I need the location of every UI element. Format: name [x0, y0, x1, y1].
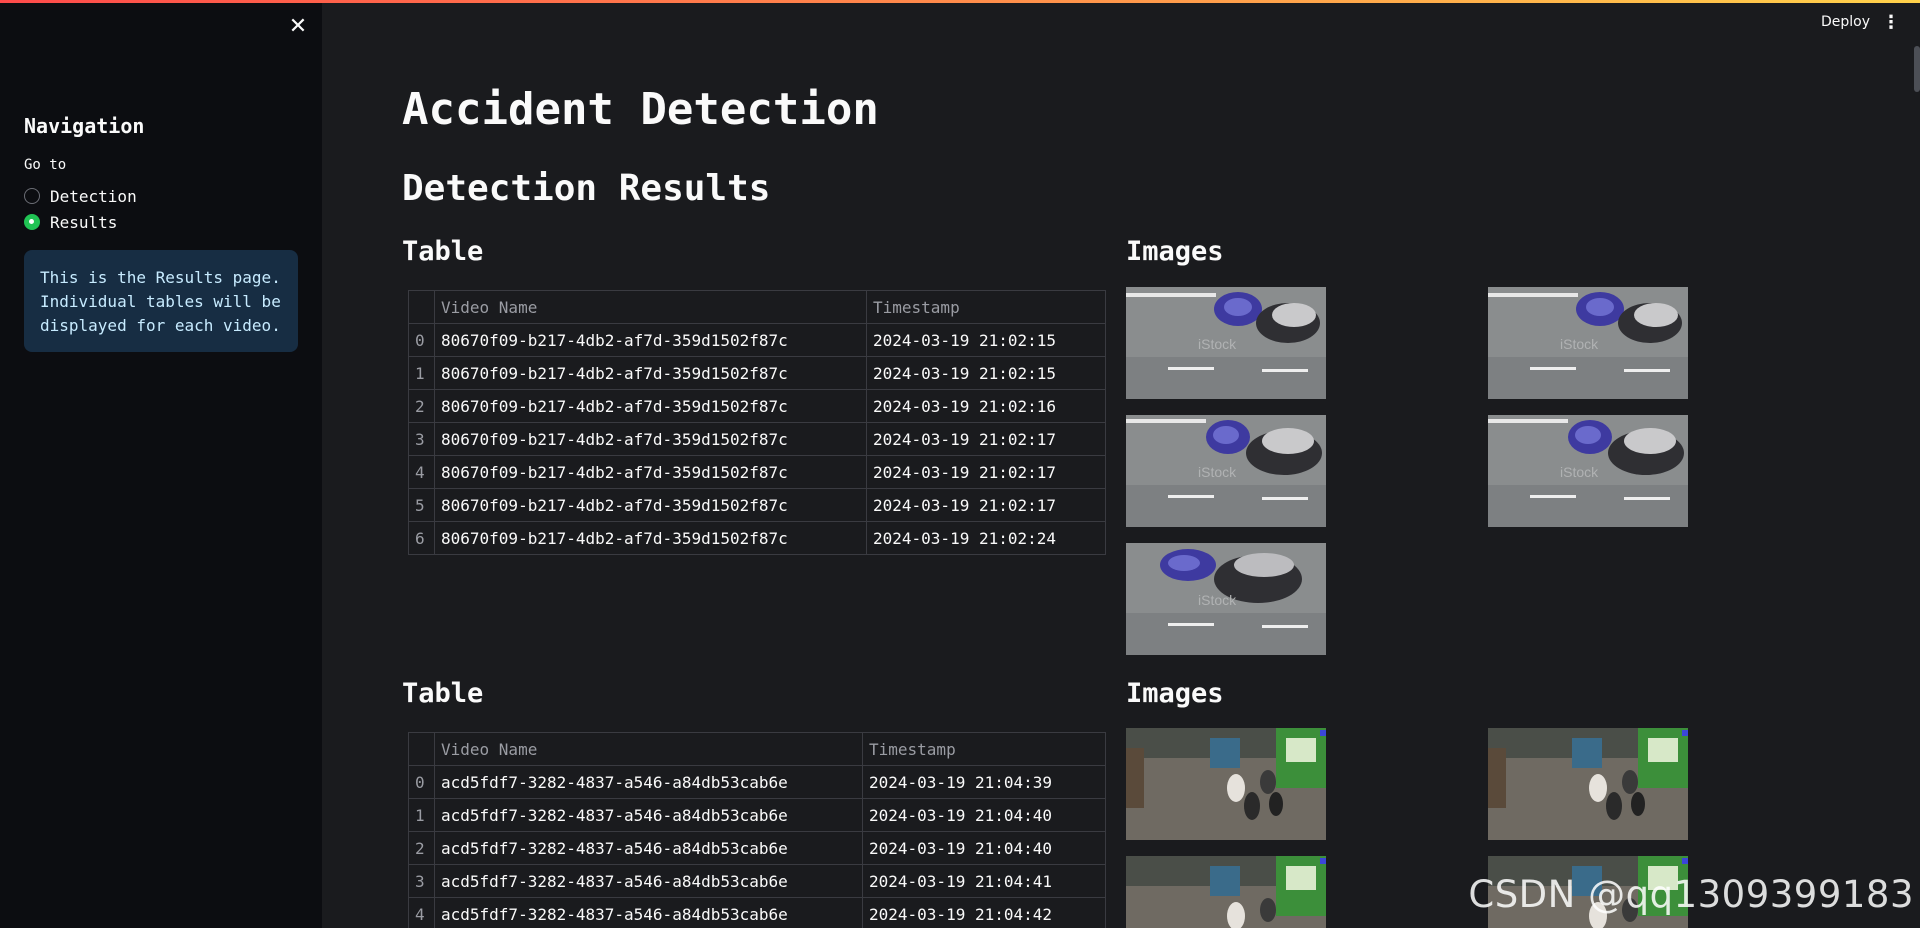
row-index: 0: [408, 323, 435, 357]
video-name-cell: acd5fdf7-3282-4837-a546-a84db53cab6e: [434, 798, 863, 832]
video-name-cell: 80670f09-b217-4db2-af7d-359d1502f87c: [434, 356, 867, 390]
info-alert: This is the Results page. Individual tab…: [24, 250, 298, 352]
accident-frame-image: iStock: [1126, 415, 1326, 527]
row-index: 4: [408, 897, 435, 928]
navigation-radio-group: Detection Results: [24, 183, 137, 235]
table-row[interactable]: 1 80670f09-b217-4db2-af7d-359d1502f87c 202…: [408, 356, 1106, 390]
row-index: 1: [408, 356, 435, 390]
row-index: 3: [408, 864, 435, 898]
video-name-cell: acd5fdf7-3282-4837-a546-a84db53cab6e: [434, 831, 863, 865]
radio-option-results[interactable]: Results: [24, 209, 137, 235]
video-name-column-header[interactable]: Video Name: [434, 732, 863, 766]
table-row[interactable]: 4 acd5fdf7-3282-4837-a546-a84db53cab6e 202…: [408, 897, 1106, 928]
timestamp-cell: 2024-03-19 21:02:17: [866, 488, 1106, 522]
timestamp-cell: 2024-03-19 21:02:15: [866, 356, 1106, 390]
accident-frame-image: [1126, 856, 1326, 928]
timestamp-cell: 2024-03-19 21:04:41: [862, 864, 1106, 898]
deploy-button[interactable]: Deploy: [1821, 14, 1870, 30]
accident-frame-image: iStock: [1126, 287, 1326, 399]
table-row[interactable]: 1 acd5fdf7-3282-4837-a546-a84db53cab6e 202…: [408, 798, 1106, 832]
table-row[interactable]: 0 acd5fdf7-3282-4837-a546-a84db53cab6e 202…: [408, 765, 1106, 799]
results-table[interactable]: Video Name Timestamp 0 80670f09-b217-4db2…: [408, 290, 1106, 555]
svg-text:iStock: iStock: [1198, 336, 1237, 352]
video-name-cell: 80670f09-b217-4db2-af7d-359d1502f87c: [434, 422, 867, 456]
images-heading: Images: [1126, 678, 1224, 709]
page-title: Accident Detection: [402, 84, 879, 135]
table-row[interactable]: 4 80670f09-b217-4db2-af7d-359d1502f87c 202…: [408, 455, 1106, 489]
row-index: 4: [408, 455, 435, 489]
radio-unchecked-icon: [24, 188, 40, 204]
timestamp-cell: 2024-03-19 21:02:16: [866, 389, 1106, 423]
table-row[interactable]: 2 acd5fdf7-3282-4837-a546-a84db53cab6e 202…: [408, 831, 1106, 865]
kebab-menu-icon: ⋮: [1882, 12, 1900, 33]
timestamp-column-header[interactable]: Timestamp: [866, 290, 1106, 324]
radio-label: Detection: [50, 186, 137, 206]
svg-text:iStock: iStock: [1198, 592, 1237, 608]
accident-frame-image: [1488, 728, 1688, 840]
index-column-header: [408, 732, 435, 766]
sidebar: ✕ Navigation Go to Detection Results Thi…: [0, 0, 322, 928]
table-header-row: Video Name Timestamp: [408, 290, 1106, 324]
video-name-cell: 80670f09-b217-4db2-af7d-359d1502f87c: [434, 323, 867, 357]
radio-group-label: Go to: [24, 157, 67, 173]
radio-label: Results: [50, 212, 118, 232]
timestamp-cell: 2024-03-19 21:04:40: [862, 831, 1106, 865]
video-name-cell: 80670f09-b217-4db2-af7d-359d1502f87c: [434, 521, 867, 555]
svg-text:iStock: iStock: [1560, 336, 1599, 352]
video-name-cell: acd5fdf7-3282-4837-a546-a84db53cab6e: [434, 765, 863, 799]
accident-frame-image: iStock: [1126, 543, 1326, 655]
page-subheader: Detection Results: [402, 168, 771, 209]
radio-option-detection[interactable]: Detection: [24, 183, 137, 209]
video-name-cell: 80670f09-b217-4db2-af7d-359d1502f87c: [434, 455, 867, 489]
timestamp-cell: 2024-03-19 21:04:42: [862, 897, 1106, 928]
row-index: 5: [408, 488, 435, 522]
timestamp-cell: 2024-03-19 21:04:40: [862, 798, 1106, 832]
timestamp-cell: 2024-03-19 21:02:17: [866, 422, 1106, 456]
video-name-cell: 80670f09-b217-4db2-af7d-359d1502f87c: [434, 488, 867, 522]
scrollbar[interactable]: [1914, 46, 1920, 92]
main-menu-button[interactable]: ⋮: [1882, 12, 1900, 33]
top-decoration-bar: [0, 0, 1920, 3]
watermark: CSDN @qq1309399183: [1468, 873, 1914, 916]
row-index: 2: [408, 389, 435, 423]
table-row[interactable]: 0 80670f09-b217-4db2-af7d-359d1502f87c 202…: [408, 323, 1106, 357]
timestamp-cell: 2024-03-19 21:04:39: [862, 765, 1106, 799]
row-index: 1: [408, 798, 435, 832]
radio-checked-icon: [24, 214, 40, 230]
accident-frame-image: iStock: [1488, 415, 1688, 527]
table-row[interactable]: 3 80670f09-b217-4db2-af7d-359d1502f87c 202…: [408, 422, 1106, 456]
row-index: 6: [408, 521, 435, 555]
close-icon: ✕: [288, 13, 308, 39]
timestamp-cell: 2024-03-19 21:02:24: [866, 521, 1106, 555]
table-row[interactable]: 5 80670f09-b217-4db2-af7d-359d1502f87c 202…: [408, 488, 1106, 522]
svg-text:iStock: iStock: [1198, 464, 1237, 480]
video-name-cell: acd5fdf7-3282-4837-a546-a84db53cab6e: [434, 864, 863, 898]
table-row[interactable]: 2 80670f09-b217-4db2-af7d-359d1502f87c 202…: [408, 389, 1106, 423]
row-index: 2: [408, 831, 435, 865]
index-column-header: [408, 290, 435, 324]
video-name-cell: 80670f09-b217-4db2-af7d-359d1502f87c: [434, 389, 867, 423]
table-row[interactable]: 6 80670f09-b217-4db2-af7d-359d1502f87c 202…: [408, 521, 1106, 555]
video-name-column-header[interactable]: Video Name: [434, 290, 867, 324]
accident-frame-image: [1126, 728, 1326, 840]
images-heading: Images: [1126, 236, 1224, 267]
timestamp-column-header[interactable]: Timestamp: [862, 732, 1106, 766]
svg-text:iStock: iStock: [1560, 464, 1599, 480]
row-index: 0: [408, 765, 435, 799]
table-heading: Table: [402, 236, 484, 267]
timestamp-cell: 2024-03-19 21:02:17: [866, 455, 1106, 489]
close-sidebar-button[interactable]: ✕: [286, 13, 310, 39]
table-heading: Table: [402, 678, 484, 709]
sidebar-title: Navigation: [24, 114, 145, 138]
row-index: 3: [408, 422, 435, 456]
video-name-cell: acd5fdf7-3282-4837-a546-a84db53cab6e: [434, 897, 863, 928]
timestamp-cell: 2024-03-19 21:02:15: [866, 323, 1106, 357]
main-content: Deploy ⋮ Accident Detection Detection Re…: [322, 0, 1920, 928]
table-row[interactable]: 3 acd5fdf7-3282-4837-a546-a84db53cab6e 202…: [408, 864, 1106, 898]
accident-frame-image: iStock: [1488, 287, 1688, 399]
results-table[interactable]: Video Name Timestamp 0 acd5fdf7-3282-4837…: [408, 732, 1106, 928]
table-header-row: Video Name Timestamp: [408, 732, 1106, 766]
